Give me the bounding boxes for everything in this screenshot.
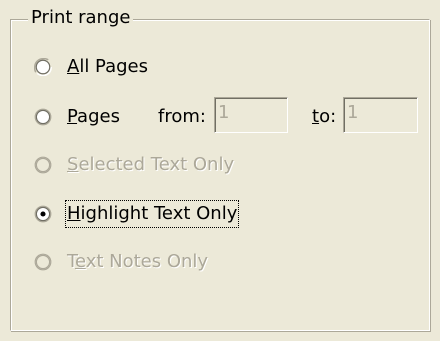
from-label: from: bbox=[158, 106, 206, 127]
highlight-text-only-radio[interactable] bbox=[34, 205, 52, 223]
text-notes-only-label: Text Notes Only bbox=[67, 251, 209, 272]
pages-radio-option[interactable]: Pages bbox=[34, 102, 120, 132]
pages-label: Pages bbox=[67, 106, 120, 127]
to-label: to: bbox=[312, 106, 337, 127]
all-pages-radio-option[interactable]: All Pages bbox=[34, 52, 148, 82]
to-page-input[interactable]: 1 bbox=[343, 97, 418, 133]
selected-text-only-label: Selected Text Only bbox=[67, 154, 235, 175]
print-range-group-title: Print range bbox=[28, 6, 134, 30]
selected-text-only-radio[interactable] bbox=[34, 156, 52, 174]
text-notes-only-radio[interactable] bbox=[34, 253, 52, 271]
print-range-panel: Print range All Pages Pages from: 1 to: … bbox=[0, 0, 440, 341]
all-pages-label: All Pages bbox=[67, 56, 149, 77]
selected-text-only-radio-option[interactable]: Selected Text Only bbox=[34, 150, 234, 180]
all-pages-radio[interactable] bbox=[34, 58, 52, 76]
from-page-input[interactable]: 1 bbox=[214, 97, 288, 133]
text-notes-only-radio-option[interactable]: Text Notes Only bbox=[34, 247, 208, 277]
pages-radio[interactable] bbox=[34, 108, 52, 126]
highlight-text-only-label: Highlight Text Only bbox=[64, 200, 240, 228]
highlight-text-only-radio-option[interactable]: Highlight Text Only bbox=[34, 199, 240, 229]
